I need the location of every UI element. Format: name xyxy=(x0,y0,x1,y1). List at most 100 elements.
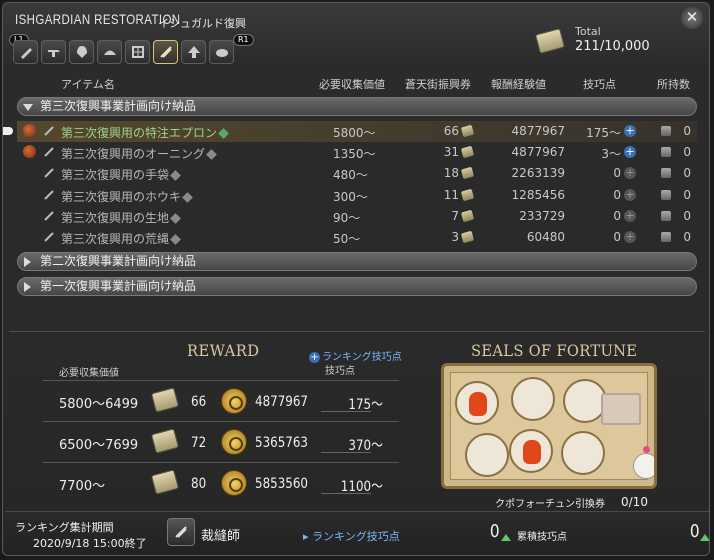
item-skill: 175〜 xyxy=(586,126,621,140)
seal-ticket-icon xyxy=(460,209,475,223)
card-inner xyxy=(450,372,654,480)
reward-col-collect: 必要収集価値 xyxy=(59,368,119,379)
seal-ticket-icon xyxy=(150,469,180,495)
item-exp: 60480 xyxy=(526,230,565,244)
underline xyxy=(321,411,371,412)
item-seals: 18 xyxy=(443,166,459,181)
slot-empty xyxy=(511,377,555,421)
item-seals: 66 xyxy=(443,124,459,138)
plus-icon: + xyxy=(624,166,636,180)
reward-seals: 80 xyxy=(191,476,207,492)
culinarian-icon[interactable] xyxy=(209,40,234,64)
item-row[interactable]: 第三次復興用の特注エプロン 5800〜 66 4877967 175〜 +0 xyxy=(17,121,697,142)
leatherworker-icon[interactable] xyxy=(125,40,150,64)
pointer-hand-icon xyxy=(3,127,13,135)
needle-icon xyxy=(44,126,54,136)
item-skill: 0 xyxy=(613,208,621,223)
section-phase3[interactable]: 第三次復興事業計画向け納品 xyxy=(17,97,697,116)
section-phase2[interactable]: 第二次復興事業計画向け納品 xyxy=(17,252,697,271)
inventory-box-icon xyxy=(661,168,671,179)
carpenter-icon[interactable] xyxy=(13,40,38,64)
item-name: 第三次復興用の生地 xyxy=(61,209,181,226)
needle-icon xyxy=(44,147,54,157)
reward-row: 7700〜 80 5853560 1100〜 xyxy=(43,462,399,502)
needle-icon xyxy=(44,232,54,242)
collectable-icon xyxy=(182,191,193,203)
plus-icon: + xyxy=(624,145,636,159)
chevron-right-icon xyxy=(24,257,31,267)
total-label: Total xyxy=(575,25,601,38)
item-row[interactable]: 第三次復興用の荒縄 50〜 3 60480 0 +0 xyxy=(17,227,697,248)
footer-ranking-label[interactable]: ▸ ランキング技巧点 xyxy=(303,528,400,544)
class-selector xyxy=(13,40,234,66)
collectable-icon xyxy=(170,170,181,182)
ranking-skill-header: + ランキング技巧点 xyxy=(309,352,402,363)
weaver-job-button[interactable] xyxy=(167,518,195,546)
weaver-icon[interactable] xyxy=(153,40,178,64)
restoration-window: ISHGARDIAN RESTORATION イシュガルド復興 ✕ Total … xyxy=(2,2,710,556)
item-collectability: 5800〜 xyxy=(333,126,376,140)
slot-empty xyxy=(465,433,509,477)
item-row[interactable]: 第三次復興用のオーニング 1350〜 31 4877967 3〜 +0 xyxy=(17,142,697,163)
col-skill: 技巧点 xyxy=(583,78,616,91)
reward-range: 6500〜7699 xyxy=(59,438,139,453)
item-collectability: 50〜 xyxy=(333,232,361,246)
plus-icon: + xyxy=(309,352,320,363)
close-icon[interactable]: ✕ xyxy=(681,7,703,29)
item-row[interactable]: 第三次復興用の生地 90〜 7 233729 0 +0 xyxy=(17,206,697,227)
plus-icon: + xyxy=(624,124,636,137)
blacksmith-icon[interactable] xyxy=(41,40,66,64)
coupon-value: 0/10 xyxy=(621,495,648,509)
item-collectability: 1350〜 xyxy=(333,147,376,162)
slot-filled xyxy=(509,429,553,473)
seal-ticket-icon xyxy=(460,167,475,180)
item-owned: 0 xyxy=(683,208,691,223)
underline xyxy=(321,493,371,494)
goldsmith-icon[interactable] xyxy=(97,40,122,64)
window-subtitle: イシュガルド復興 xyxy=(158,17,246,30)
up-arrow-icon xyxy=(501,534,511,541)
plus-icon: + xyxy=(624,187,636,201)
item-name: 第三次復興用のホウキ xyxy=(61,188,193,205)
col-exp: 報酬経験値 xyxy=(491,78,546,91)
ingredient-bag-icon xyxy=(23,124,36,137)
collectable-icon xyxy=(206,149,217,161)
item-collectability: 90〜 xyxy=(333,210,361,225)
section-phase1[interactable]: 第一次復興事業計画向け納品 xyxy=(17,277,697,296)
collectable-icon xyxy=(218,128,229,139)
item-owned: 0 xyxy=(683,166,691,181)
reward-exp: 4877967 xyxy=(255,394,309,410)
item-row[interactable]: 第三次復興用の手袋 480〜 18 2263139 0 +0 xyxy=(17,163,697,184)
reward-range: 7700〜 xyxy=(59,479,106,494)
item-name: 第三次復興用の特注エプロン xyxy=(61,124,229,141)
reward-col-skill: 技巧点 xyxy=(325,366,355,377)
exp-icon xyxy=(221,429,247,455)
alchemist-icon[interactable] xyxy=(181,40,206,64)
coupon-label: クポフォーチュン引換券 xyxy=(495,499,605,510)
seals-title: SEALS OF FORTUNE xyxy=(471,341,638,360)
ranking-period-label: ランキング集計期間 xyxy=(15,521,114,534)
collectable-icon xyxy=(170,234,181,245)
plus-icon: + xyxy=(624,208,636,222)
seals-of-fortune-card[interactable] xyxy=(441,363,657,489)
needle-icon xyxy=(44,189,54,200)
item-skill: 0 xyxy=(613,230,621,244)
inventory-box-icon xyxy=(661,147,671,158)
r1-key-icon: R1 xyxy=(233,34,254,46)
col-seals: 蒼天街振興券 xyxy=(405,78,471,91)
seal-ticket-icon xyxy=(150,387,180,413)
section-label: 第一次復興事業計画向け納品 xyxy=(40,279,197,293)
reward-range: 5800〜6499 xyxy=(59,397,139,412)
item-exp: 4877967 xyxy=(511,145,565,160)
reward-seals: 66 xyxy=(191,394,207,410)
up-arrow-icon xyxy=(700,534,709,541)
armorer-icon[interactable] xyxy=(69,40,94,64)
reward-seals: 72 xyxy=(191,435,207,451)
needle-icon xyxy=(44,168,54,179)
seal-ticket-icon xyxy=(150,428,180,454)
item-exp: 2263139 xyxy=(511,166,565,181)
item-row[interactable]: 第三次復興用のホウキ 300〜 11 1285456 0 +0 xyxy=(17,185,697,206)
item-exp: 1285456 xyxy=(511,187,565,202)
seal-ticket-icon xyxy=(534,27,566,55)
inventory-box-icon xyxy=(661,210,671,221)
